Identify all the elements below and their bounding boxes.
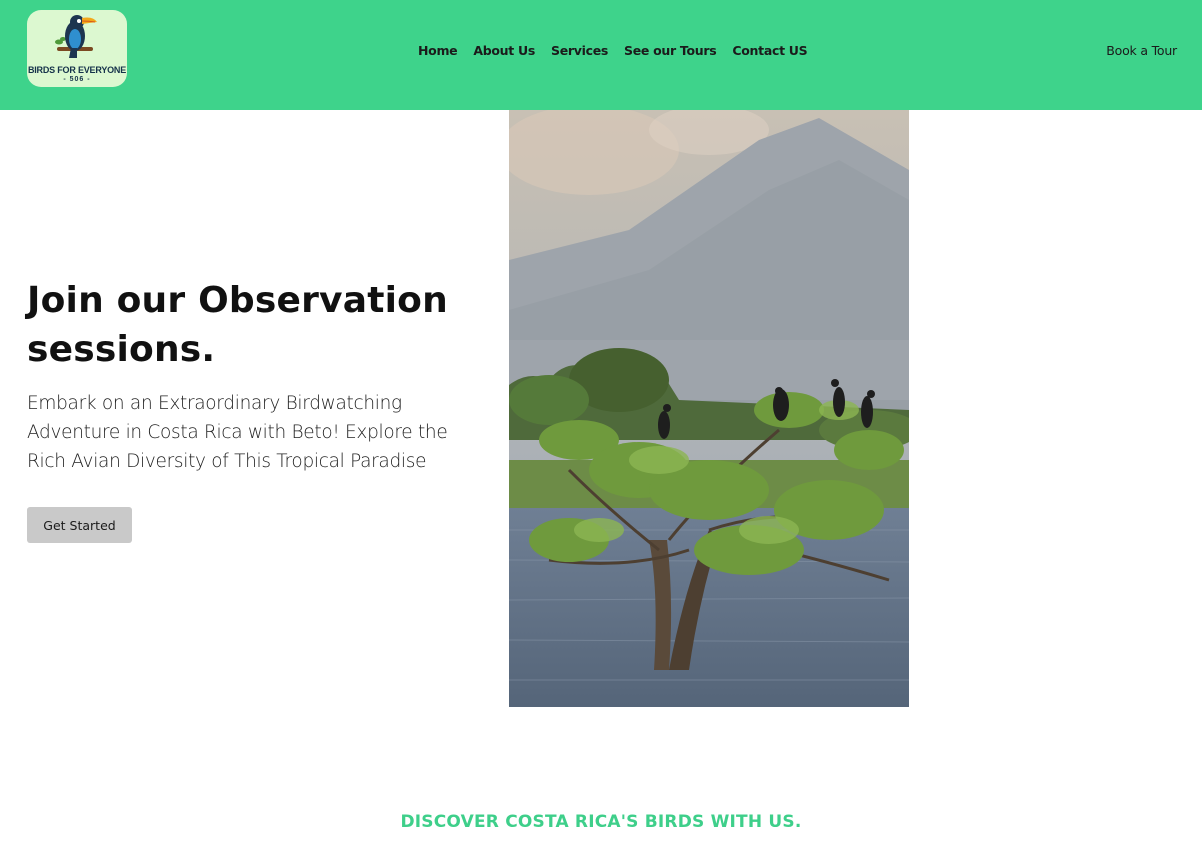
main-nav: Home About Us Services See our Tours Con… (418, 43, 808, 58)
nav-home[interactable]: Home (418, 43, 458, 58)
brand-name: BIRDS FOR EVERYONE (27, 65, 127, 75)
hero-title: Join our Observation sessions. (27, 280, 448, 370)
nav-about-us[interactable]: About Us (473, 43, 535, 58)
nav-services[interactable]: Services (551, 43, 608, 58)
hero-subtitle: Embark on an Extraordinary Birdwatching … (27, 393, 448, 472)
hero-photo (509, 110, 909, 707)
book-tour-link[interactable]: Book a Tour (1106, 43, 1177, 58)
toucan-icon (55, 15, 97, 58)
nav-contact-us[interactable]: Contact US (732, 43, 807, 58)
get-started-button[interactable]: Get Started (27, 507, 132, 543)
discover-heading: DISCOVER COSTA RICA'S BIRDS WITH US. (400, 812, 802, 832)
nav-see-our-tours[interactable]: See our Tours (624, 43, 717, 58)
site-header: BIRDS FOR EVERYONE - 506 - Home About Us… (0, 0, 1202, 110)
brand-logo[interactable]: BIRDS FOR EVERYONE - 506 - (27, 10, 127, 87)
brand-tagline: - 506 - (63, 76, 91, 83)
birds-in-tree-photo (509, 110, 909, 707)
